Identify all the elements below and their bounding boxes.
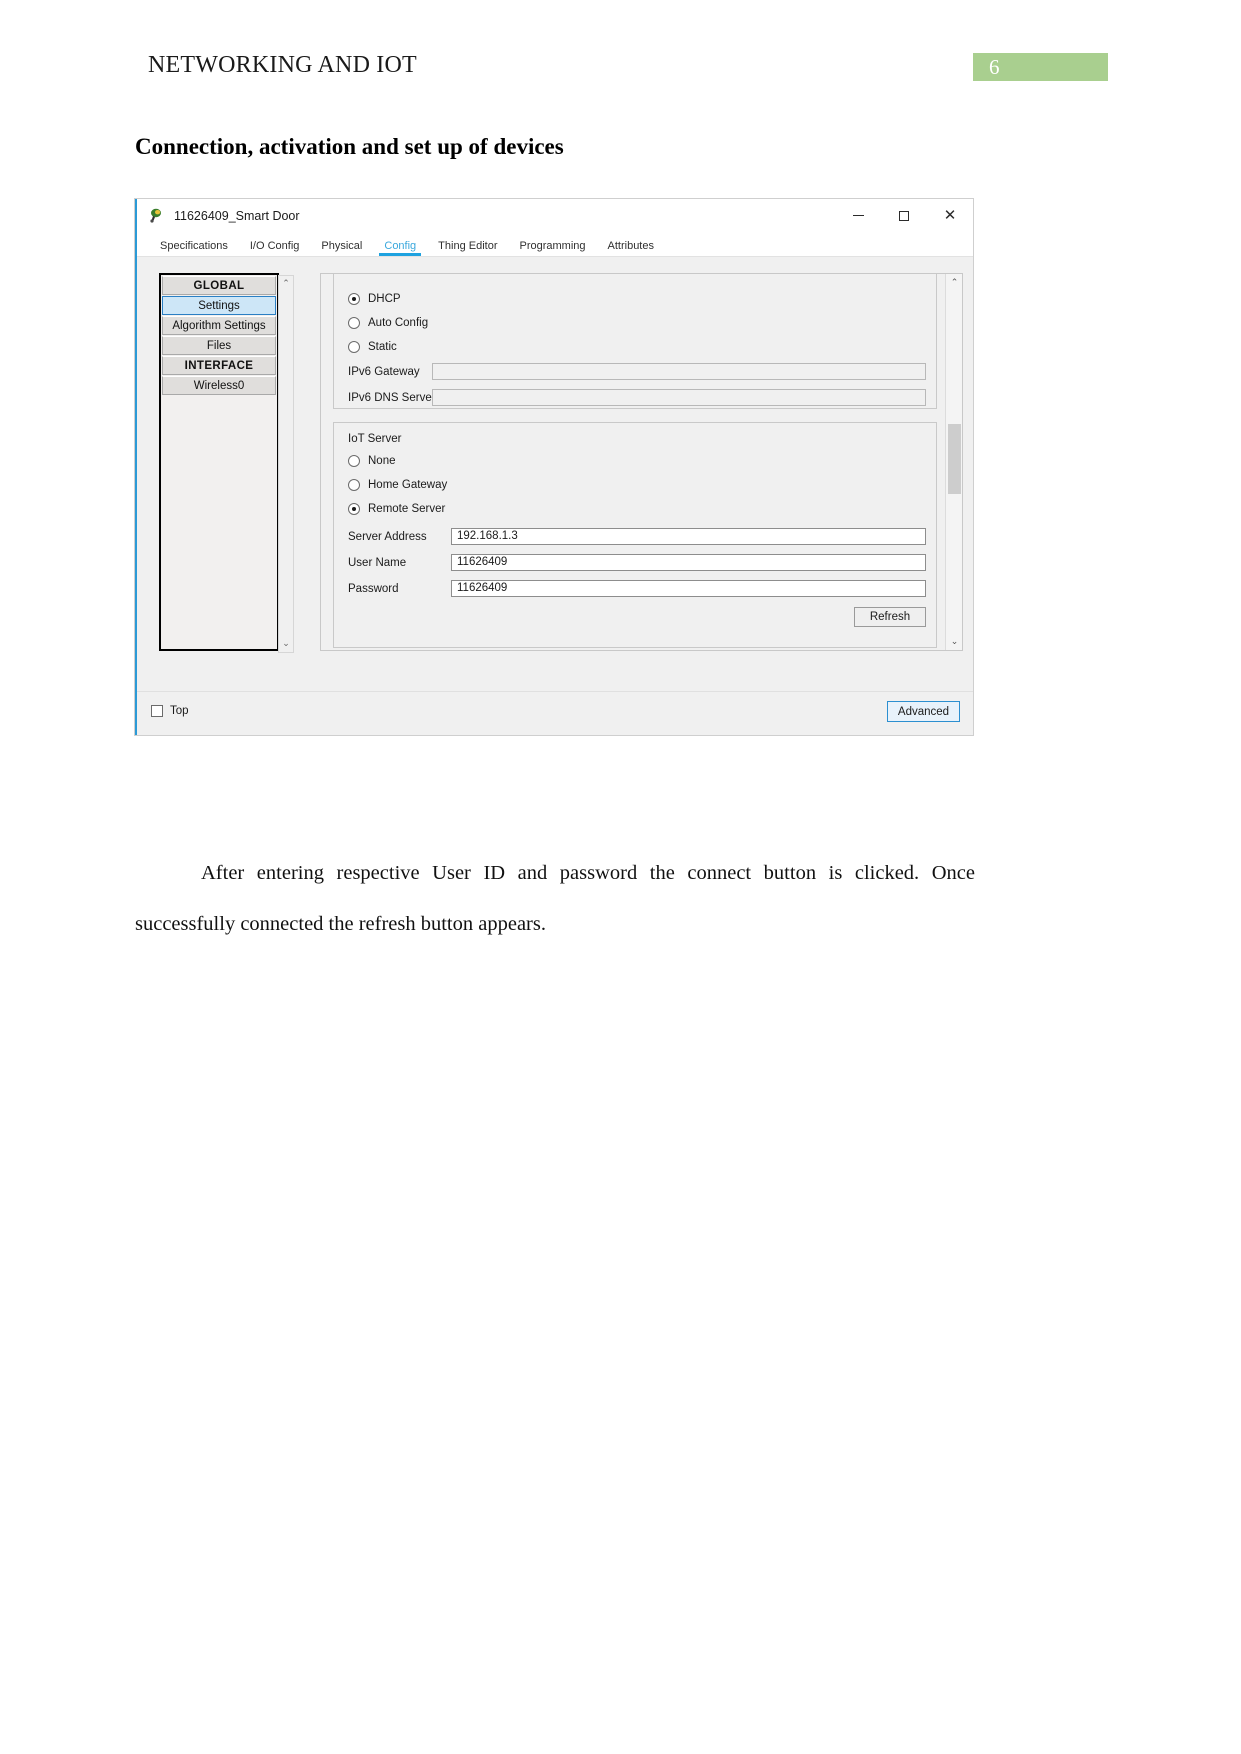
sidebar-scroll-down-icon[interactable]: ⌄ — [279, 637, 293, 651]
close-button[interactable]: ✕ — [927, 199, 973, 232]
minimize-button[interactable] — [835, 199, 881, 232]
sidebar-group-global: GLOBAL — [162, 276, 276, 295]
maximize-button[interactable] — [881, 199, 927, 232]
radio-home-gateway-label: Home Gateway — [368, 479, 448, 491]
window-controls: ✕ — [835, 199, 973, 232]
refresh-button[interactable]: Refresh — [854, 607, 926, 627]
sidebar-group-interface: INTERFACE — [162, 356, 276, 375]
password-label: Password — [348, 582, 399, 595]
page-number-badge: 6 — [973, 53, 1108, 81]
tab-specifications[interactable]: Specifications — [149, 240, 239, 256]
radio-none[interactable]: None — [348, 455, 396, 467]
sidebar-scrollbar[interactable]: ⌃ ⌄ — [278, 275, 294, 653]
packet-tracer-device-icon — [149, 208, 165, 224]
radio-static[interactable]: Static — [348, 341, 397, 353]
user-name-input[interactable]: 11626409 — [451, 554, 926, 571]
server-address-input[interactable]: 192.168.1.3 — [451, 528, 926, 545]
sidebar-item-files[interactable]: Files — [162, 336, 276, 355]
config-sidebar-list: GLOBAL Settings Algorithm Settings Files… — [159, 273, 294, 653]
tab-thing-editor[interactable]: Thing Editor — [427, 240, 508, 256]
field-ipv6-dns-server: IPv6 DNS Server — [348, 389, 926, 406]
field-user-name: User Name 11626409 — [348, 554, 926, 571]
sidebar-scroll-up-icon[interactable]: ⌃ — [279, 277, 293, 291]
radio-auto-config[interactable]: Auto Config — [348, 317, 428, 329]
ipv6-gateway-label: IPv6 Gateway — [348, 365, 420, 378]
ipv6-dns-server-input[interactable] — [432, 389, 926, 406]
window-titlebar: 11626409_Smart Door ✕ — [137, 199, 973, 232]
settings-panel-scrollbar[interactable]: ⌃ ⌄ — [945, 274, 962, 650]
radio-remote-server-label: Remote Server — [368, 503, 446, 515]
section-heading: Connection, activation and set up of dev… — [135, 134, 564, 159]
radio-home-gateway-icon — [348, 479, 360, 491]
body-paragraph: After entering respective User ID and pa… — [135, 862, 975, 935]
sidebar-item-settings[interactable]: Settings — [162, 296, 276, 315]
radio-remote-server-icon — [348, 503, 360, 515]
top-checkbox-label: Top — [170, 705, 189, 717]
tab-programming[interactable]: Programming — [508, 240, 596, 256]
password-input[interactable]: 11626409 — [451, 580, 926, 597]
tab-io-config[interactable]: I/O Config — [239, 240, 311, 256]
radio-dhcp[interactable]: DHCP — [348, 293, 401, 305]
ipv6-gateway-input[interactable] — [432, 363, 926, 380]
panel-scroll-thumb[interactable] — [948, 424, 961, 494]
panel-scroll-up-icon[interactable]: ⌃ — [947, 275, 962, 290]
tab-strip: Specifications I/O Config Physical Confi… — [137, 232, 973, 256]
field-ipv6-gateway: IPv6 Gateway — [348, 363, 926, 380]
field-server-address: Server Address 192.168.1.3 — [348, 528, 926, 545]
ipv6-dns-server-label: IPv6 DNS Server — [348, 391, 436, 404]
tab-attributes[interactable]: Attributes — [597, 240, 665, 256]
sidebar-item-wireless0[interactable]: Wireless0 — [162, 376, 276, 395]
window-footer: Top Advanced — [137, 691, 973, 735]
radio-dhcp-label: DHCP — [368, 293, 401, 305]
tab-config[interactable]: Config — [373, 240, 427, 256]
config-content-area: GLOBAL Settings Algorithm Settings Files… — [137, 256, 973, 691]
radio-auto-config-label: Auto Config — [368, 317, 429, 329]
tab-physical[interactable]: Physical — [310, 240, 373, 256]
top-checkbox-row[interactable]: Top — [151, 705, 189, 717]
radio-auto-config-icon — [348, 317, 360, 329]
panel-scroll-down-icon[interactable]: ⌄ — [947, 634, 962, 649]
document-header: NETWORKING AND IOT 6 — [0, 0, 1241, 100]
iot-server-group: IoT Server None Home Gateway Remote Serv… — [333, 422, 937, 648]
document-header-title: NETWORKING AND IOT — [148, 52, 417, 78]
window-title: 11626409_Smart Door — [174, 208, 300, 223]
radio-home-gateway[interactable]: Home Gateway — [348, 479, 447, 491]
radio-remote-server[interactable]: Remote Server — [348, 503, 445, 515]
server-address-label: Server Address — [348, 530, 427, 543]
radio-none-label: None — [368, 455, 396, 467]
top-checkbox[interactable] — [151, 705, 163, 717]
config-content-inner: GLOBAL Settings Algorithm Settings Files… — [147, 265, 965, 683]
settings-scroll-panel: DHCP Auto Config Static IPv6 Gateway IPv… — [320, 273, 963, 651]
smart-door-config-window: 11626409_Smart Door ✕ Specifications I/O… — [134, 198, 974, 736]
sidebar-item-algorithm-settings[interactable]: Algorithm Settings — [162, 316, 276, 335]
field-password: Password 11626409 — [348, 580, 926, 597]
ipv6-configuration-group: DHCP Auto Config Static IPv6 Gateway IPv… — [333, 274, 937, 409]
advanced-button[interactable]: Advanced — [887, 701, 960, 722]
radio-static-label: Static — [368, 341, 397, 353]
radio-none-icon — [348, 455, 360, 467]
radio-dhcp-icon — [348, 293, 360, 305]
settings-panel-inner: DHCP Auto Config Static IPv6 Gateway IPv… — [321, 274, 945, 650]
iot-server-title: IoT Server — [348, 433, 402, 445]
radio-static-icon — [348, 341, 360, 353]
user-name-label: User Name — [348, 556, 407, 569]
